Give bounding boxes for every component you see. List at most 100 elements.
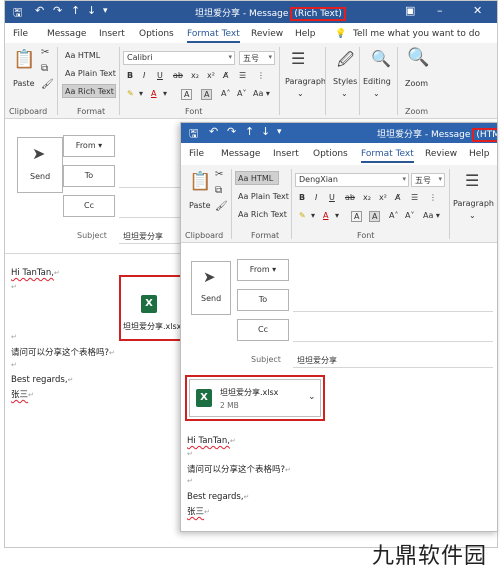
chevron-down-icon[interactable]: ⌄: [308, 392, 316, 402]
character-shading-icon[interactable]: A: [369, 211, 381, 222]
numbering-icon[interactable]: ⋮: [257, 71, 265, 80]
send-button[interactable]: ➤ Send: [17, 137, 63, 193]
menu-options[interactable]: Options: [313, 149, 348, 159]
subscript-icon[interactable]: x₂: [363, 193, 371, 202]
paragraph-icon[interactable]: ☰: [291, 49, 305, 68]
rich-text-format-option[interactable]: Aa Rich Text: [65, 87, 114, 96]
font-size-select[interactable]: 五号 ▾: [239, 51, 275, 65]
plain-text-format-option[interactable]: Aa Plain Text: [65, 69, 116, 78]
cc-field[interactable]: [119, 217, 189, 218]
dropdown-icon[interactable]: ▾: [163, 89, 167, 98]
zoom-button-label[interactable]: Zoom: [405, 79, 428, 88]
cc-field[interactable]: [293, 341, 493, 342]
cc-button[interactable]: Cc: [63, 195, 115, 217]
italic-icon[interactable]: I: [315, 193, 317, 202]
subject-field[interactable]: 坦坦爱分享: [297, 355, 337, 366]
attachment-card[interactable]: X 坦坦爱分享.xlsx 2 MB ⌄: [189, 379, 321, 417]
editing-icon[interactable]: 🔍: [371, 49, 391, 68]
superscript-icon[interactable]: x²: [207, 71, 215, 80]
cut-icon[interactable]: ✂: [215, 169, 223, 180]
paste-button-label[interactable]: Paste: [13, 79, 35, 88]
from-button[interactable]: From ▾: [63, 135, 115, 157]
character-border-icon[interactable]: A: [351, 211, 363, 222]
body-regards[interactable]: Best regards,↵: [187, 492, 249, 502]
undo-icon[interactable]: ↶: [209, 125, 218, 138]
zoom-icon[interactable]: 🔍: [407, 47, 429, 68]
clear-formatting-icon[interactable]: A̸: [223, 71, 228, 80]
tell-me-box[interactable]: Tell me what you want to do: [353, 29, 480, 39]
dropdown-icon[interactable]: ▾: [335, 211, 339, 220]
cc-button[interactable]: Cc: [237, 319, 289, 341]
to-button[interactable]: To: [237, 289, 289, 311]
paragraph-icon[interactable]: ☰: [465, 171, 479, 190]
paragraph-button-label[interactable]: Paragraph: [285, 77, 326, 86]
plain-text-format-option[interactable]: Aa Plain Text: [238, 192, 289, 201]
up-arrow-icon[interactable]: ↑: [71, 4, 80, 17]
undo-icon[interactable]: ↶: [35, 4, 44, 17]
menu-file[interactable]: File: [189, 149, 204, 159]
bold-icon[interactable]: B: [127, 71, 133, 80]
paragraph-button-label[interactable]: Paragraph: [453, 199, 494, 208]
to-field[interactable]: [119, 187, 189, 188]
bullets-icon[interactable]: ☰: [239, 71, 246, 80]
numbering-icon[interactable]: ⋮: [429, 193, 437, 202]
strikethrough-icon[interactable]: ab: [345, 193, 355, 202]
paste-icon[interactable]: 📋: [13, 49, 35, 70]
menu-format-text[interactable]: Format Text: [361, 149, 414, 163]
up-arrow-icon[interactable]: ↑: [245, 125, 254, 138]
grow-font-icon[interactable]: A˄: [221, 89, 230, 98]
save-icon[interactable]: 🖫: [189, 125, 198, 144]
body-signature[interactable]: 张三↵: [187, 505, 210, 517]
format-painter-icon[interactable]: 🖌: [41, 79, 54, 90]
bullets-icon[interactable]: ☰: [411, 193, 418, 202]
font-name-select[interactable]: DengXian ▾: [295, 173, 409, 187]
customize-toolbar-icon[interactable]: ▾: [277, 127, 282, 137]
customize-toolbar-icon[interactable]: ▾: [103, 6, 108, 16]
close-icon[interactable]: ✕: [473, 4, 482, 17]
menu-message[interactable]: Message: [47, 29, 86, 39]
rich-text-format-option[interactable]: Aa Rich Text: [238, 210, 287, 219]
menu-review[interactable]: Review: [251, 29, 283, 39]
to-button[interactable]: To: [63, 165, 115, 187]
copy-icon[interactable]: ⧉: [41, 63, 48, 74]
subscript-icon[interactable]: x₂: [191, 71, 199, 80]
menu-insert[interactable]: Insert: [273, 149, 299, 159]
styles-button-label[interactable]: Styles: [333, 77, 357, 86]
body-greeting[interactable]: Hi TanTan,↵: [187, 436, 236, 446]
font-color-icon[interactable]: A: [151, 89, 156, 98]
down-arrow-icon[interactable]: ↓: [261, 125, 270, 138]
body-signature[interactable]: 张三↵: [11, 388, 34, 400]
change-case-icon[interactable]: Aa ▾: [423, 211, 440, 220]
inline-attachment-name[interactable]: 坦坦爱分享.xlsx: [123, 321, 181, 332]
ribbon-display-icon[interactable]: ▣: [405, 4, 415, 17]
character-shading-icon[interactable]: A: [201, 89, 213, 100]
grow-font-icon[interactable]: A˄: [389, 211, 398, 220]
dropdown-icon[interactable]: ▾: [139, 89, 143, 98]
html-format-option[interactable]: Aa HTML: [65, 51, 100, 60]
highlight-color-icon[interactable]: ✎: [299, 211, 306, 220]
cut-icon[interactable]: ✂: [41, 47, 49, 58]
menu-help[interactable]: Help: [295, 29, 316, 39]
clear-formatting-icon[interactable]: A̸: [395, 193, 400, 202]
save-icon[interactable]: 🖫: [13, 4, 22, 23]
redo-icon[interactable]: ↷: [227, 125, 236, 138]
change-case-icon[interactable]: Aa ▾: [253, 89, 270, 98]
font-name-select[interactable]: Calibri ▾: [123, 51, 235, 65]
menu-help[interactable]: Help: [469, 149, 490, 159]
body-greeting[interactable]: Hi TanTan,↵: [11, 268, 60, 278]
send-button[interactable]: ➤ Send: [191, 261, 231, 315]
menu-format-text[interactable]: Format Text: [187, 29, 240, 43]
menu-insert[interactable]: Insert: [99, 29, 125, 39]
styles-icon[interactable]: 🖉: [337, 49, 354, 76]
superscript-icon[interactable]: x²: [379, 193, 387, 202]
shrink-font-icon[interactable]: A˅: [237, 89, 246, 98]
highlight-color-icon[interactable]: ✎: [127, 89, 134, 98]
dropdown-icon[interactable]: ▾: [311, 211, 315, 220]
strikethrough-icon[interactable]: ab: [173, 71, 183, 80]
excel-file-icon[interactable]: X: [141, 295, 157, 313]
character-border-icon[interactable]: A: [181, 89, 193, 100]
font-size-select[interactable]: 五号 ▾: [411, 173, 445, 187]
editing-button-label[interactable]: Editing: [363, 77, 391, 86]
font-color-icon[interactable]: A: [323, 211, 328, 220]
paste-icon[interactable]: 📋: [189, 171, 211, 192]
